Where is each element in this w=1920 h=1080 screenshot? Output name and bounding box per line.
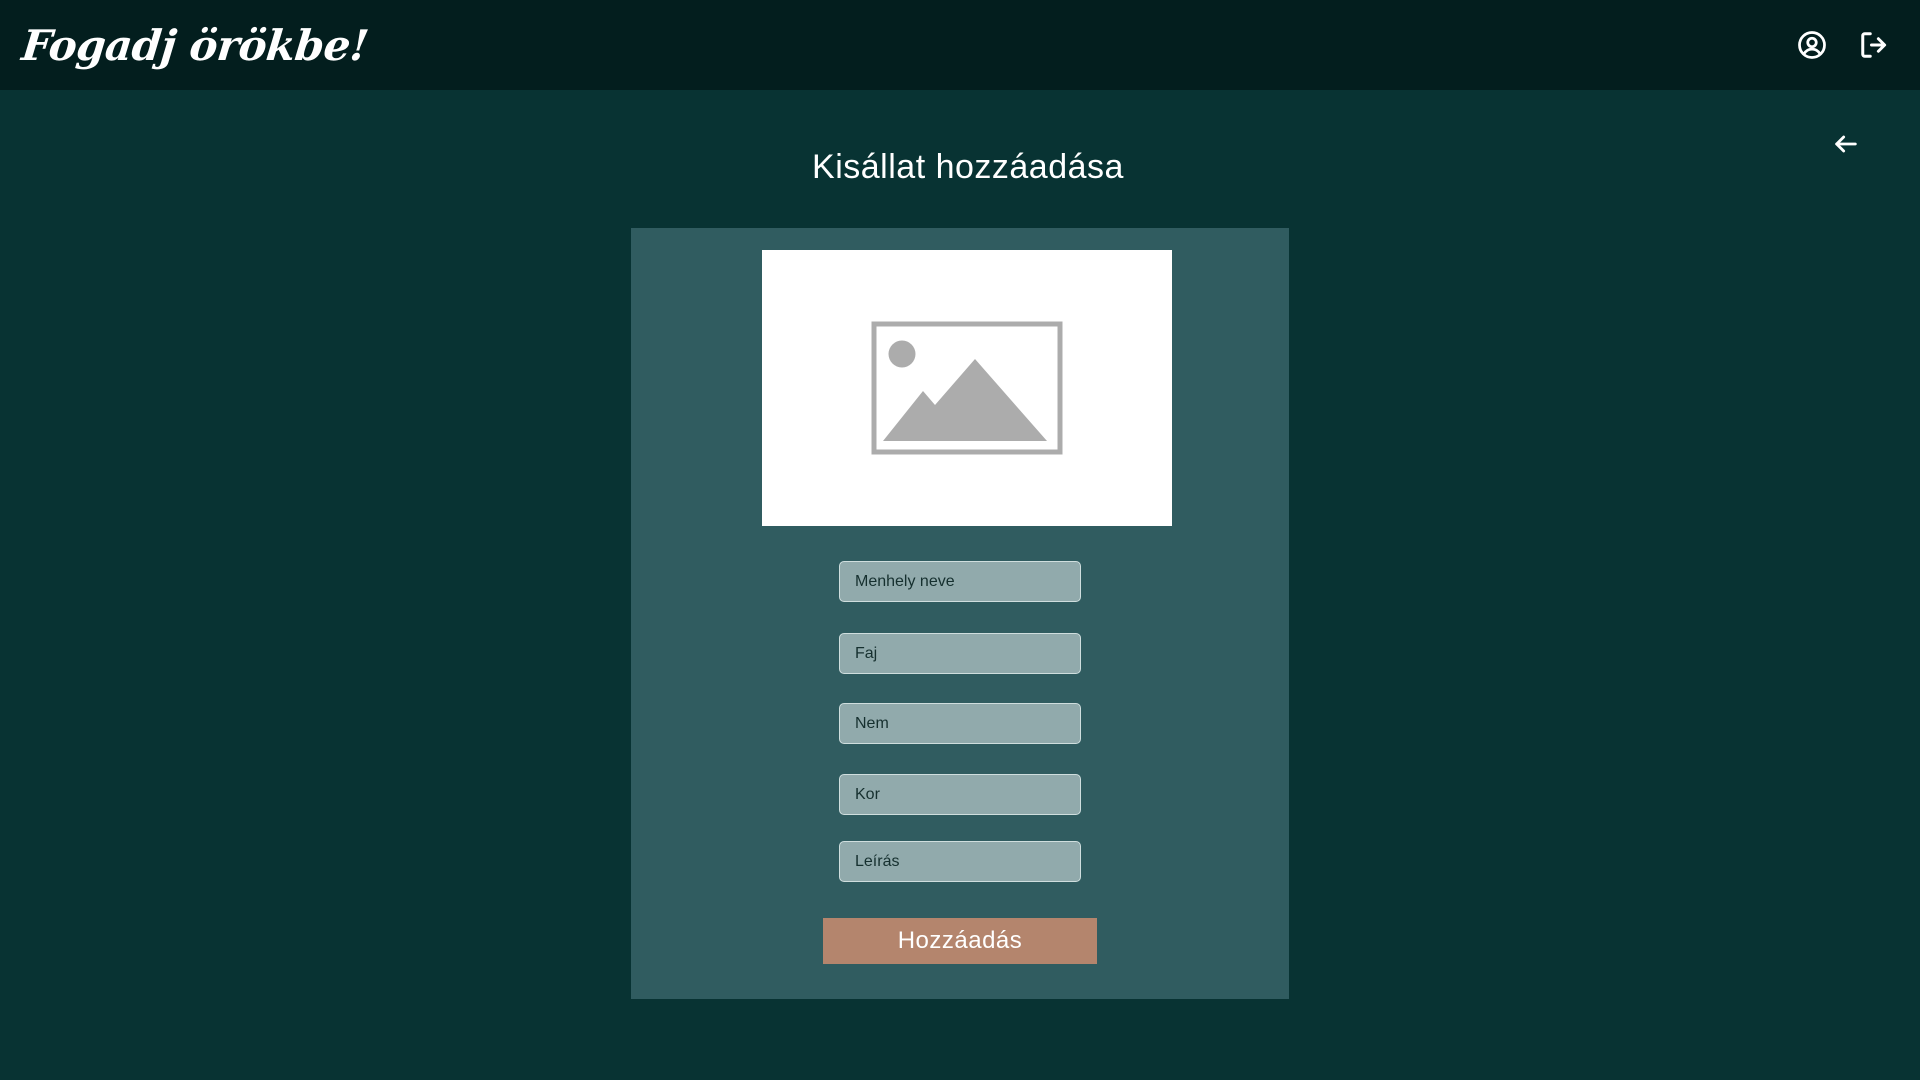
profile-button[interactable] (1796, 29, 1828, 61)
sex-input[interactable] (839, 703, 1081, 744)
add-button[interactable]: Hozzáadás (823, 918, 1097, 964)
image-upload-area[interactable] (762, 250, 1172, 526)
description-input[interactable] (839, 841, 1081, 882)
page-title: Kisállat hozzáadása (812, 148, 1124, 186)
header-actions (1796, 29, 1890, 61)
image-placeholder-icon (871, 321, 1063, 455)
site-logo[interactable]: Fogadj örökbe! (19, 21, 370, 70)
logout-icon (1861, 32, 1887, 58)
age-input[interactable] (839, 774, 1081, 815)
logout-button[interactable] (1858, 29, 1890, 61)
species-input[interactable] (839, 633, 1081, 674)
top-header: Fogadj örökbe! (0, 0, 1920, 90)
shelter-name-input[interactable] (839, 561, 1081, 602)
user-circle-icon (1798, 31, 1826, 59)
add-pet-form: Hozzáadás (631, 228, 1289, 999)
